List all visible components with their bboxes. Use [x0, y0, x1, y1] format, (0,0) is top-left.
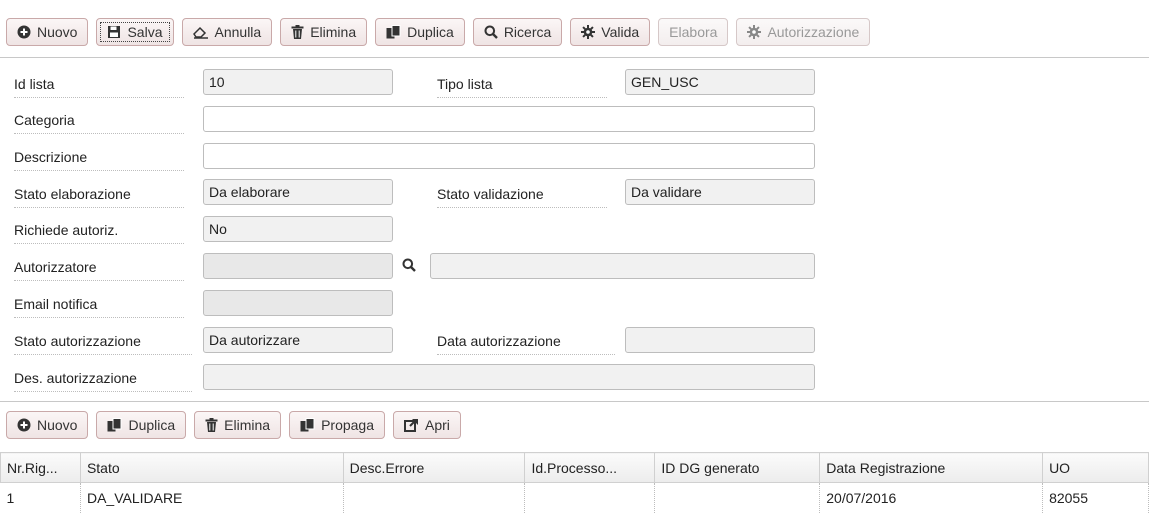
categoria-field[interactable] — [203, 106, 815, 132]
eraser-icon — [192, 25, 209, 39]
des-autorizzazione-field[interactable] — [203, 364, 815, 390]
gear-icon — [747, 25, 762, 39]
col-header-data-registrazione[interactable]: Data Registrazione — [819, 452, 1044, 483]
trash-icon — [291, 25, 304, 39]
validate-button[interactable]: Valida — [570, 18, 651, 46]
cell-id-dg-generato — [654, 482, 821, 513]
autorizzatore-label: Autorizzatore — [14, 258, 184, 281]
toolbar-divider — [0, 57, 1149, 58]
col-header-stato[interactable]: Stato — [79, 452, 344, 483]
process-button[interactable]: Elabora — [658, 18, 729, 46]
search-button[interactable]: Ricerca — [472, 18, 563, 46]
stato-autorizzazione-field[interactable]: Da autorizzare — [203, 327, 393, 353]
authorization-button-label: Autorizzazione — [767, 24, 860, 40]
detail-new-button-label: Nuovo — [37, 417, 78, 433]
detail-delete-button[interactable]: Elimina — [194, 411, 282, 439]
col-header-nr-riga[interactable]: Nr.Rig... — [0, 452, 81, 483]
stato-elaborazione-field[interactable]: Da elaborare — [203, 179, 393, 205]
new-button-label: Nuovo — [37, 24, 78, 40]
richiede-autoriz-field[interactable]: No — [203, 216, 393, 242]
col-header-desc-errore[interactable]: Desc.Errore — [342, 452, 526, 483]
cell-uo: 82055 — [1042, 482, 1149, 513]
floppy-icon — [107, 25, 121, 39]
cancel-button[interactable]: Annulla — [181, 18, 273, 46]
categoria-label: Categoria — [14, 111, 184, 134]
duplicate-button-label: Duplica — [407, 24, 454, 40]
plus-circle-icon — [17, 418, 31, 432]
detail-propagate-button[interactable]: Propaga — [289, 411, 386, 439]
table-row[interactable]: 1 DA_VALIDARE 20/07/2016 82055 — [0, 482, 1149, 513]
email-notifica-field[interactable] — [203, 290, 393, 316]
stato-autorizzazione-label: Stato autorizzazione — [14, 332, 192, 355]
delete-button-label: Elimina — [310, 24, 357, 40]
detail-toolbar: Nuovo Duplica Elimina Propaga Apri — [6, 411, 461, 439]
cell-nr-riga: 1 — [0, 482, 81, 513]
duplicate-button[interactable]: Duplica — [375, 18, 465, 46]
des-autorizzazione-label: Des. autorizzazione — [14, 369, 192, 392]
search-icon — [484, 25, 498, 39]
col-header-id-processo[interactable]: Id.Processo... — [524, 452, 656, 483]
detail-delete-button-label: Elimina — [224, 417, 271, 433]
email-notifica-label: Email notifica — [14, 295, 184, 318]
richiede-autoriz-label: Richiede autoriz. — [14, 221, 184, 244]
detail-open-button[interactable]: Apri — [393, 411, 461, 439]
stato-validazione-field[interactable]: Da validare — [625, 179, 815, 205]
process-button-label: Elabora — [669, 24, 718, 40]
external-link-icon — [404, 418, 419, 432]
id-lista-field[interactable]: 10 — [203, 69, 393, 95]
tipo-lista-label: Tipo lista — [437, 75, 607, 98]
copy-icon — [386, 25, 401, 39]
copy-icon — [107, 418, 122, 432]
stato-validazione-label: Stato validazione — [437, 185, 607, 208]
plus-circle-icon — [17, 25, 31, 39]
save-button[interactable]: Salva — [96, 18, 174, 46]
col-header-id-dg-generato[interactable]: ID DG generato — [654, 452, 821, 483]
gear-icon — [581, 25, 596, 39]
detail-grid: Nr.Rig... Stato Desc.Errore Id.Processo.… — [0, 452, 1149, 513]
autorizzatore-desc-field[interactable] — [430, 253, 815, 279]
descrizione-field[interactable] — [203, 143, 815, 169]
data-autorizzazione-label: Data autorizzazione — [437, 332, 615, 355]
descrizione-label: Descrizione — [14, 148, 184, 171]
trash-icon — [205, 418, 218, 432]
detail-new-button[interactable]: Nuovo — [6, 411, 89, 439]
new-button[interactable]: Nuovo — [6, 18, 89, 46]
stato-elaborazione-label: Stato elaborazione — [14, 185, 184, 208]
search-button-label: Ricerca — [503, 24, 552, 40]
detail-open-button-label: Apri — [425, 417, 450, 433]
col-header-uo[interactable]: UO — [1042, 452, 1149, 483]
cell-data-registrazione: 20/07/2016 — [819, 482, 1044, 513]
form-divider — [0, 401, 1149, 402]
tipo-lista-field[interactable]: GEN_USC — [625, 69, 815, 95]
save-button-label: Salva — [127, 24, 163, 40]
lookup-search-icon[interactable] — [402, 258, 416, 272]
data-autorizzazione-field[interactable] — [625, 327, 815, 353]
cell-id-processo — [524, 482, 656, 513]
detail-propagate-button-label: Propaga — [321, 417, 375, 433]
copy-icon — [300, 418, 315, 432]
cell-desc-errore — [343, 482, 526, 513]
cancel-button-label: Annulla — [214, 24, 262, 40]
delete-button[interactable]: Elimina — [280, 18, 368, 46]
detail-duplicate-button[interactable]: Duplica — [96, 411, 187, 439]
main-toolbar: Nuovo Salva Annulla Elimina Duplica Rice… — [6, 18, 871, 46]
id-lista-label: Id lista — [14, 75, 184, 98]
autorizzatore-field[interactable] — [203, 253, 393, 279]
authorization-button[interactable]: Autorizzazione — [736, 18, 871, 46]
validate-button-label: Valida — [601, 24, 640, 40]
detail-duplicate-button-label: Duplica — [128, 417, 176, 433]
grid-header-row: Nr.Rig... Stato Desc.Errore Id.Processo.… — [0, 452, 1149, 483]
cell-stato: DA_VALIDARE — [80, 482, 344, 513]
